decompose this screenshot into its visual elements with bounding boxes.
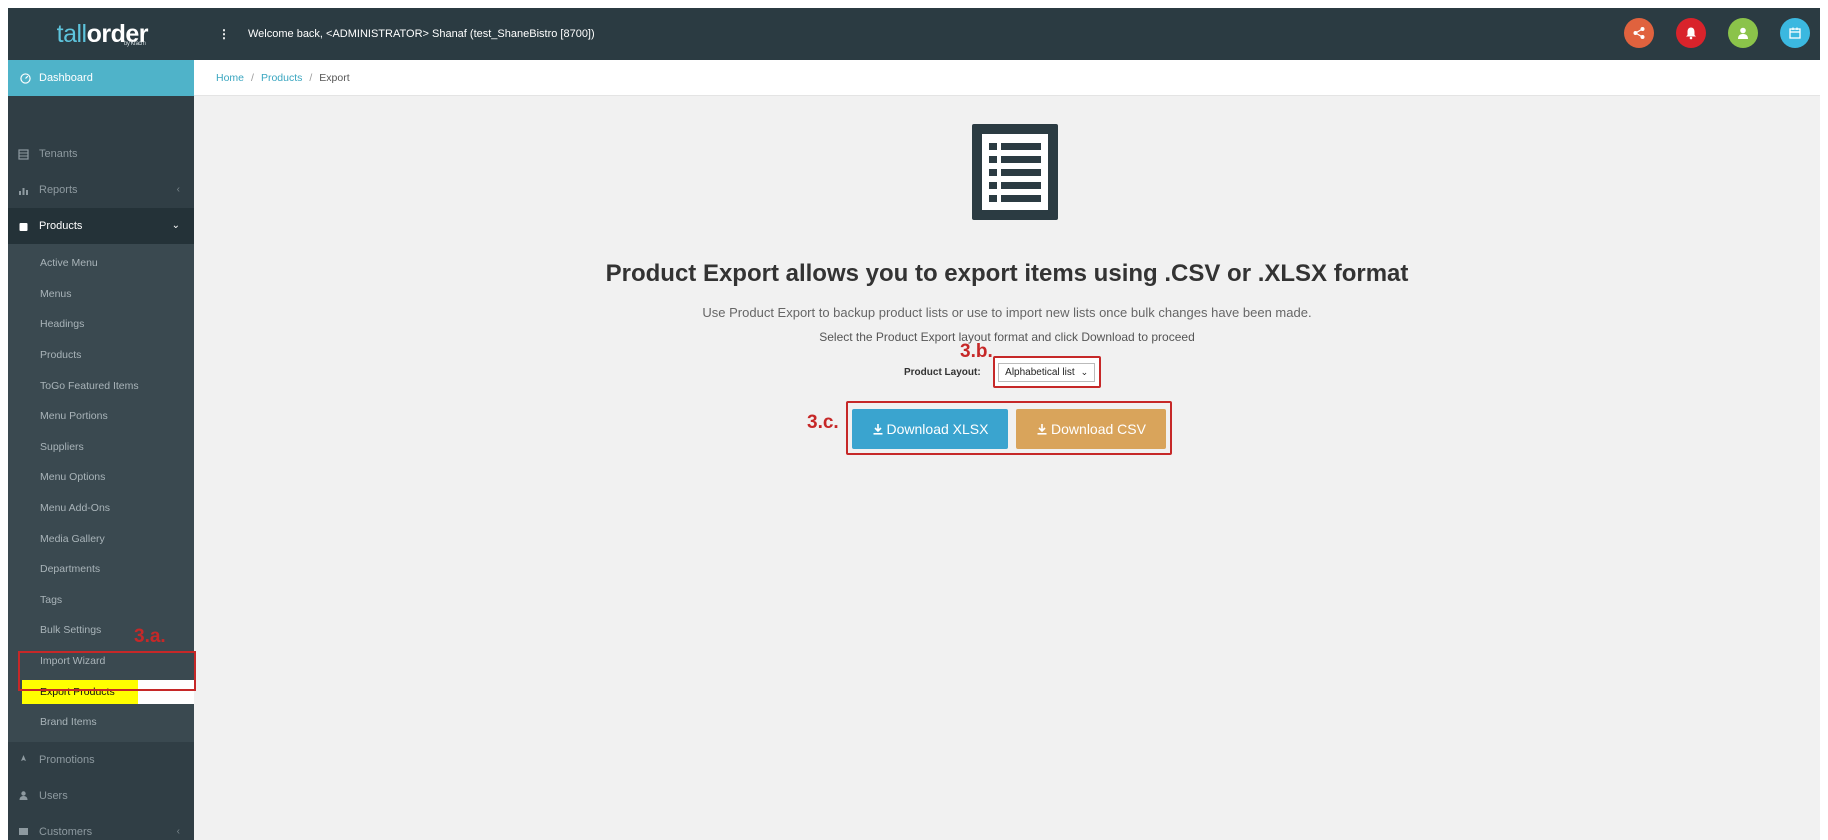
breadcrumb-current: Export (319, 71, 350, 84)
breadcrumb-separator: / (251, 71, 254, 84)
sidebar-item-users[interactable]: Users (8, 778, 194, 814)
submenu-label: Products (40, 349, 82, 362)
submenu-item-menu-options[interactable]: Menu Options (8, 462, 194, 493)
sidebar-item-tenants[interactable]: Tenants (8, 136, 194, 172)
sidebar-item-customers[interactable]: Customers ‹ (8, 814, 194, 840)
submenu-item-media-gallery[interactable]: Media Gallery (8, 523, 194, 554)
submenu-item-departments[interactable]: Departments (8, 554, 194, 585)
description-text: Use Product Export to backup product lis… (702, 305, 1312, 320)
annotation-tag-3c: 3.c. (807, 412, 839, 433)
bell-icon[interactable] (1676, 18, 1706, 48)
logo-text-part1: tall (56, 19, 87, 48)
annotation-tag-3a: 3.a. (134, 626, 166, 647)
sidebar: Dashboard Tenants Reports ‹ Products ⌄ A… (8, 60, 198, 840)
top-icons (1624, 18, 1810, 48)
sidebar-item-label: Tenants (39, 148, 78, 160)
share-icon[interactable] (1624, 18, 1654, 48)
submenu-label: Departments (40, 563, 101, 576)
select-value: Alphabetical list (1005, 366, 1075, 378)
welcome-area: ⋮ Welcome back, <ADMINISTRATOR> Shanaf (… (218, 27, 595, 41)
submenu-item-active-menu[interactable]: Active Menu (8, 248, 194, 279)
submenu-item-import-wizard[interactable]: Import Wizard (8, 646, 194, 677)
download-csv-button[interactable]: Download CSV (1016, 409, 1166, 449)
sidebar-item-dashboard[interactable]: Dashboard (8, 60, 194, 96)
calendar-icon[interactable] (1780, 18, 1810, 48)
submenu-label: Menu Options (40, 471, 106, 484)
submenu-label: Suppliers (40, 440, 84, 453)
breadcrumb-home[interactable]: Home (216, 72, 244, 84)
sidebar-item-label: Dashboard (39, 72, 93, 84)
submenu-label: Import Wizard (40, 655, 106, 668)
instruction-text: Select the Product Export layout format … (819, 330, 1195, 344)
chevron-down-icon: ⌄ (1080, 366, 1089, 377)
logo[interactable]: tall order by Kracm (8, 8, 194, 60)
sidebar-item-label: Reports (39, 184, 78, 196)
submenu-item-products[interactable]: Products (8, 340, 194, 371)
bar-chart-icon (18, 185, 29, 196)
sidebar-item-promotions[interactable]: Promotions (8, 742, 194, 778)
submenu-item-headings[interactable]: Headings (8, 309, 194, 340)
chevron-left-icon: ‹ (176, 184, 180, 195)
select-box[interactable]: Alphabetical list ⌄ (998, 362, 1096, 382)
main-content: Home / Products / Export Product Export … (194, 60, 1820, 840)
download-icon (1037, 424, 1047, 435)
list-document-icon (972, 124, 1058, 220)
submenu-item-togo-featured-items[interactable]: ToGo Featured Items (8, 370, 194, 401)
submenu-label: Menu Portions (40, 410, 108, 423)
submenu-item-suppliers[interactable]: Suppliers (8, 432, 194, 463)
submenu-label: Export Products (40, 685, 115, 698)
breadcrumb: Home / Products / Export (194, 60, 1820, 96)
download-icon (873, 424, 883, 435)
chevron-down-icon: ⌄ (171, 220, 180, 231)
submenu-label: Menus (40, 287, 72, 300)
menu-toggle-icon[interactable]: ⋮ (218, 27, 230, 41)
user-icon[interactable] (1728, 18, 1758, 48)
highlight-background (138, 680, 198, 705)
submenu-item-bulk-settings[interactable]: Bulk Settings (8, 615, 194, 646)
logo-subtext: by Kracm (124, 41, 146, 47)
address-card-icon (18, 826, 29, 837)
annotation-box-3c: Download XLSX Download CSV (846, 401, 1172, 455)
submenu-item-menu-add-ons[interactable]: Menu Add-Ons (8, 493, 194, 524)
sidebar-item-reports[interactable]: Reports ‹ (8, 172, 194, 208)
sidebar-item-label: Products (39, 220, 83, 232)
submenu-item-menus[interactable]: Menus (8, 279, 194, 310)
submenu-label: Active Menu (40, 257, 98, 270)
submenu-label: Brand Items (40, 716, 97, 729)
sidebar-item-label: Customers (39, 825, 93, 838)
submenu-item-menu-portions[interactable]: Menu Portions (8, 401, 194, 432)
product-layout-row: Product Layout: Alphabetical list ⌄ (904, 356, 1101, 388)
user-icon (18, 790, 29, 801)
page-title: Product Export allows you to export item… (605, 260, 1409, 287)
submenu-label: Headings (40, 318, 85, 331)
box-icon (18, 221, 29, 232)
product-layout-select[interactable]: Alphabetical list ⌄ (992, 356, 1101, 388)
submenu-label: Media Gallery (40, 532, 105, 545)
sidebar-item-products[interactable]: Products ⌄ (8, 208, 194, 244)
chevron-left-icon: ‹ (176, 825, 180, 837)
breadcrumb-separator: / (309, 71, 313, 84)
sidebar-item-label: Users (39, 789, 68, 802)
submenu-item-export-products[interactable]: Export Products (8, 676, 198, 707)
rocket-icon (18, 754, 29, 765)
submenu-label: ToGo Featured Items (40, 379, 139, 392)
welcome-text: Welcome back, <ADMINISTRATOR> Shanaf (te… (248, 28, 595, 40)
button-label: Download XLSX (886, 421, 989, 437)
app-window: tall order by Kracm ⋮ Welcome back, <ADMIN… (0, 0, 1828, 840)
download-xlsx-button[interactable]: Download XLSX (852, 409, 1008, 449)
sidebar-item-label: Promotions (39, 753, 95, 766)
button-label: Download CSV (1051, 421, 1146, 437)
submenu-label: Bulk Settings (40, 624, 102, 637)
submenu-label: Menu Add-Ons (40, 502, 111, 515)
submenu-item-tags[interactable]: Tags (8, 585, 194, 616)
dashboard-icon (20, 72, 31, 84)
submenu-label: Tags (40, 593, 63, 606)
product-layout-label: Product Layout: (904, 366, 981, 378)
breadcrumb-products[interactable]: Products (261, 72, 302, 84)
table-icon (18, 148, 29, 160)
submenu-item-brand-items[interactable]: Brand Items (8, 707, 194, 738)
top-navbar: tall order by Kracm ⋮ Welcome back, <ADMIN… (8, 8, 1820, 60)
products-submenu: Active Menu Menus Headings Products ToGo… (8, 244, 198, 742)
